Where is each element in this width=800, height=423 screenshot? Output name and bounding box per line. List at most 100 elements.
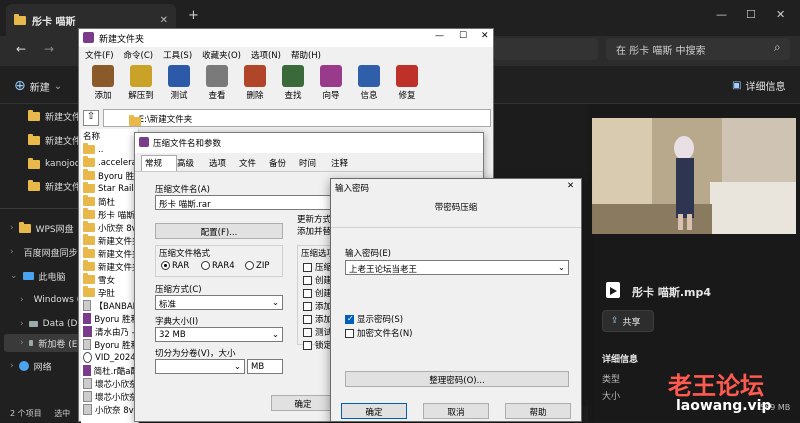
close-icon[interactable]: ✕ (567, 181, 574, 191)
toolbar-extract-button[interactable]: 解压到 (123, 65, 159, 109)
up-folder-icon[interactable]: ⇧ (83, 110, 99, 126)
minimize-icon[interactable]: — (716, 8, 727, 21)
search-icon: ⌕ (774, 40, 781, 54)
tab-comment[interactable]: 注释 (331, 157, 348, 169)
new-button[interactable]: ⊕ 新建 ⌄ (14, 78, 62, 94)
toolbar-find-button[interactable]: 查找 (275, 65, 311, 109)
list-item[interactable]: 孕肚 (83, 286, 139, 299)
tab-time[interactable]: 时间 (299, 157, 316, 169)
menu-help[interactable]: 帮助(H) (291, 49, 321, 63)
back-icon[interactable]: ← (16, 42, 26, 56)
split-size-input[interactable]: ⌄ (155, 359, 245, 374)
sidebar-item-drive-e[interactable]: › 新加卷 (E:) (20, 335, 84, 351)
list-item[interactable]: 新建文件夹 (83, 234, 139, 247)
sidebar-item-baidu[interactable]: › 百度网盘同步空间 (10, 244, 84, 260)
list-item[interactable]: 简杜 (83, 195, 139, 208)
manage-passwords-button[interactable]: 整理密码(O)... (345, 371, 569, 387)
option-checkbox[interactable]: 添加 (303, 300, 332, 312)
checkbox-icon (303, 289, 312, 298)
forward-icon[interactable]: → (44, 42, 54, 56)
toolbar-view-button[interactable]: 查看 (199, 65, 235, 109)
list-item[interactable]: 新建文件夹 (83, 247, 139, 260)
list-item[interactable]: 彤卡 喵斯 (83, 208, 139, 221)
maximize-icon[interactable]: ☐ (459, 31, 467, 41)
option-checkbox[interactable]: 创建 (303, 287, 332, 299)
menu-commands[interactable]: 命令(C) (124, 49, 154, 63)
maximize-icon[interactable]: ☐ (746, 8, 756, 21)
close-tab-icon[interactable]: ✕ (160, 15, 168, 26)
tab-advanced[interactable]: 高级 (177, 157, 194, 169)
method-select[interactable]: 标准 ⌄ (155, 295, 283, 310)
update-mode-value[interactable]: 添加并替 (297, 225, 331, 237)
sidebar-item-folder[interactable]: 新建文件夹 (28, 108, 84, 124)
list-item[interactable]: Star Rail (83, 182, 139, 195)
close-window-icon[interactable]: ✕ (776, 8, 785, 21)
list-item[interactable]: Byoru 胜利 (83, 312, 139, 325)
show-password-checkbox[interactable]: 显示密码(S) (345, 313, 403, 325)
menu-options[interactable]: 选项(N) (251, 49, 281, 63)
list-item[interactable]: VID_2024 (83, 351, 139, 364)
toolbar-repair-button[interactable]: 修复 (389, 65, 425, 109)
option-checkbox[interactable]: 锁定 (303, 339, 332, 351)
search-input[interactable]: 在 彤卡 喵斯 中搜索 (606, 38, 790, 60)
details-button[interactable]: ▣ 详细信息 (732, 78, 785, 93)
tab-general[interactable]: 常规 (145, 157, 162, 169)
toolbar-add-button[interactable]: 添加 (85, 65, 121, 109)
sidebar-item-folder[interactable]: kanojodo (28, 156, 84, 172)
archive-ok-button[interactable]: 确定 (271, 395, 335, 411)
list-item[interactable]: 小欣奈 8v (83, 403, 139, 416)
sidebar-item-folder[interactable]: 新建文件夹 (28, 178, 84, 194)
list-item[interactable]: 壞芯小欣奈 (83, 377, 139, 390)
password-cancel-button[interactable]: 取消 (423, 403, 489, 419)
dictionary-select[interactable]: 32 MB ⌄ (155, 327, 283, 342)
new-tab-icon[interactable]: + (188, 8, 199, 23)
list-item[interactable]: 清水由乃 - (83, 325, 139, 338)
list-item[interactable]: 雪女 (83, 273, 139, 286)
tab-backup[interactable]: 备份 (269, 157, 286, 169)
tab-files[interactable]: 文件 (239, 157, 256, 169)
list-item[interactable]: 简杜.r酷a酷 (83, 364, 139, 377)
share-button[interactable]: ⇪ 共享 (602, 310, 654, 332)
toolbar-test-button[interactable]: 测试 (161, 65, 197, 109)
password-input[interactable]: 上老王论坛当老王 ⌄ (345, 260, 569, 275)
menu-favorites[interactable]: 收藏夹(O) (202, 49, 241, 63)
address-bar[interactable] (494, 38, 598, 60)
toolbar-delete-button[interactable]: 删除 (237, 65, 273, 109)
list-item[interactable]: .accelerate (83, 156, 139, 169)
winrar-path-field[interactable]: E:\新建文件夹 (103, 109, 491, 127)
sidebar-item-this-pc[interactable]: ⌄ 此电脑 (10, 268, 84, 284)
profile-button[interactable]: 配置(F)... (155, 223, 283, 239)
column-header-name[interactable]: 名称 (83, 129, 139, 142)
toolbar-info-button[interactable]: 信息 (351, 65, 387, 109)
list-item[interactable]: 新建文件夹 (83, 260, 139, 273)
option-checkbox[interactable]: 创建 (303, 274, 332, 286)
password-help-button[interactable]: 帮助 (505, 403, 571, 419)
toolbar-wizard-button[interactable]: 向导 (313, 65, 349, 109)
option-checkbox[interactable]: 压缩 (303, 261, 332, 273)
password-ok-button[interactable]: 确定 (341, 403, 407, 419)
list-item[interactable]: Byoru 胜利 (83, 169, 139, 182)
format-rar-radio[interactable]: RAR (161, 261, 189, 271)
format-rar4-radio[interactable]: RAR4 (201, 261, 235, 271)
sidebar-item-network[interactable]: › 网络 (10, 358, 84, 374)
sidebar-item-folder[interactable]: 新建文件夹 (28, 132, 84, 148)
archive-icon (83, 313, 92, 324)
list-item[interactable]: 【BANBAN (83, 299, 139, 312)
sidebar-item-drive-d[interactable]: › Data (D:) (20, 316, 84, 332)
format-zip-radio[interactable]: ZIP (245, 261, 269, 271)
split-unit-select[interactable]: MB (247, 359, 283, 374)
menu-file[interactable]: 文件(F) (85, 49, 114, 63)
list-item[interactable]: 壞芯小欣奈 (83, 390, 139, 403)
minimize-icon[interactable]: — (435, 31, 444, 41)
sidebar-item-wps[interactable]: › WPS网盘 (10, 220, 84, 236)
tab-options[interactable]: 选项 (209, 157, 226, 169)
list-item[interactable]: Byoru 胜利 (83, 338, 139, 351)
list-item[interactable]: .. (83, 143, 139, 156)
option-checkbox[interactable]: 测试 (303, 326, 332, 338)
close-icon[interactable]: ✕ (481, 31, 489, 41)
sidebar-item-drive-c[interactable]: › Windows (C:) (20, 292, 84, 308)
menu-tools[interactable]: 工具(S) (163, 49, 192, 63)
encrypt-names-checkbox[interactable]: 加密文件名(N) (345, 327, 413, 339)
list-item[interactable]: 小欣奈 8v (83, 221, 139, 234)
option-checkbox[interactable]: 添加 (303, 313, 332, 325)
